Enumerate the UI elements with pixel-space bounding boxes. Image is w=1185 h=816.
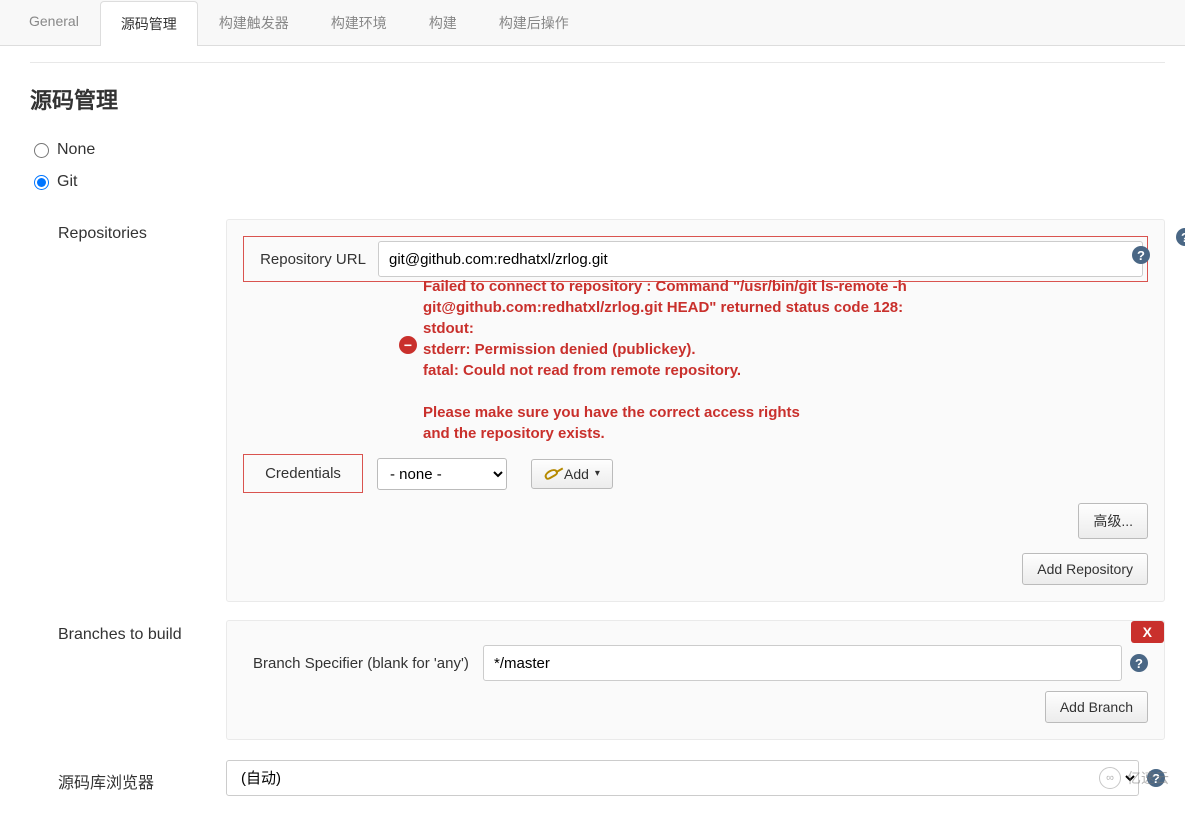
tab-env[interactable]: 构建环境	[310, 0, 408, 45]
branch-specifier-input[interactable]	[483, 645, 1122, 681]
credentials-select[interactable]: - none -	[377, 458, 507, 490]
tab-triggers[interactable]: 构建触发器	[198, 0, 310, 45]
section-title: 源码管理	[30, 83, 1165, 115]
chevron-down-icon: ▾	[595, 468, 600, 479]
scm-none-radio[interactable]	[34, 143, 49, 158]
scm-git-label: Git	[57, 173, 77, 191]
branches-body: X Branch Specifier (blank for 'any') ? A…	[226, 620, 1165, 740]
error-text: Failed to connect to repository : Comman…	[423, 276, 907, 444]
branches-label: Branches to build	[58, 620, 226, 644]
cloud-icon: ∞	[1099, 767, 1121, 789]
branch-specifier-label: Branch Specifier (blank for 'any')	[243, 647, 483, 680]
scm-none-row[interactable]: None	[34, 141, 1165, 159]
repo-browser-label: 源码库浏览器	[58, 763, 226, 793]
divider	[30, 62, 1165, 63]
watermark-text: 亿速云	[1127, 768, 1169, 788]
add-repository-button[interactable]: Add Repository	[1022, 553, 1148, 585]
help-icon[interactable]: ?	[1132, 246, 1150, 264]
help-icon[interactable]: ?	[1130, 654, 1148, 672]
watermark: ∞ 亿速云	[1099, 767, 1169, 789]
repositories-row: Repositories ? Repository URL ? − Failed…	[58, 219, 1165, 602]
credentials-label: Credentials	[243, 454, 363, 493]
scm-git-radio[interactable]	[34, 175, 49, 190]
tab-general[interactable]: General	[8, 0, 100, 45]
credentials-row: Credentials - none - Add ▾	[243, 454, 1148, 493]
error-icon: −	[399, 336, 417, 354]
add-branch-button[interactable]: Add Branch	[1045, 691, 1148, 723]
help-icon[interactable]: ?	[1176, 228, 1185, 246]
delete-branch-button[interactable]: X	[1131, 621, 1164, 643]
tab-postbuild[interactable]: 构建后操作	[478, 0, 590, 45]
scm-none-label: None	[57, 141, 95, 159]
branches-row: Branches to build X Branch Specifier (bl…	[58, 620, 1165, 740]
config-tabs: General 源码管理 构建触发器 构建环境 构建 构建后操作	[0, 0, 1185, 46]
advanced-button[interactable]: 高级...	[1078, 503, 1148, 539]
repo-browser-select[interactable]: (自动)	[226, 760, 1139, 796]
repositories-body: ? Repository URL ? − Failed to connect t…	[226, 219, 1165, 602]
tab-scm[interactable]: 源码管理	[100, 1, 198, 46]
error-row: − Failed to connect to repository : Comm…	[243, 276, 1148, 444]
repo-browser-row: 源码库浏览器 (自动) ?	[58, 760, 1165, 796]
key-icon	[543, 467, 559, 481]
branch-specifier-row: Branch Specifier (blank for 'any') ?	[243, 645, 1148, 681]
scm-git-row[interactable]: Git	[34, 173, 1165, 191]
repositories-label: Repositories	[58, 219, 226, 243]
add-label: Add	[564, 466, 589, 482]
add-credentials-button[interactable]: Add ▾	[531, 459, 613, 489]
tab-build[interactable]: 构建	[408, 0, 478, 45]
